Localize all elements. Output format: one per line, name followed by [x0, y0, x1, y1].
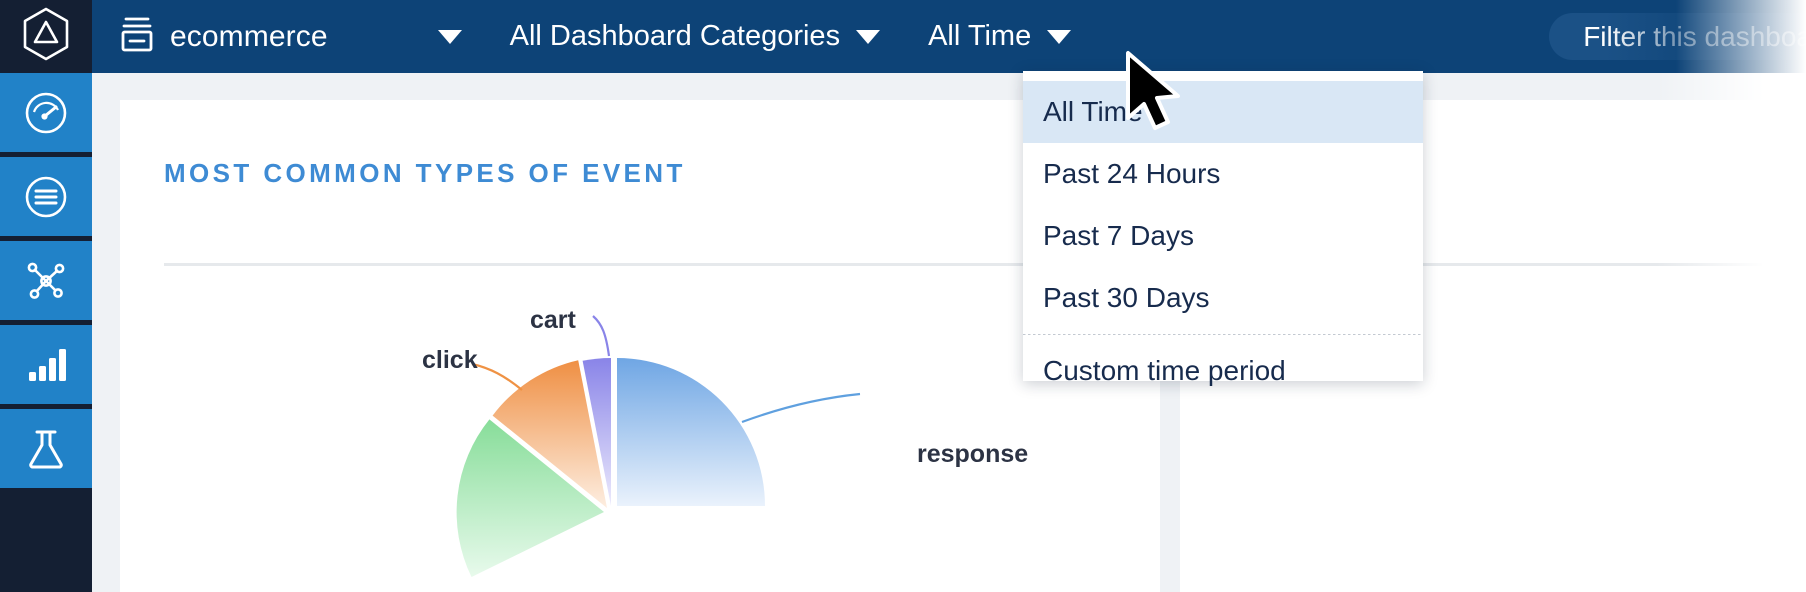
dropdown-item-label: Past 7 Days [1043, 220, 1194, 251]
bar-chart-icon [23, 342, 69, 388]
top-navigation-bar: ecommerce All Dashboard Categories All T… [0, 0, 1806, 73]
leader-line-click [471, 362, 523, 391]
pie-slices [456, 358, 765, 577]
sidebar-item-analytics[interactable] [0, 325, 92, 404]
chevron-down-icon[interactable] [437, 29, 462, 44]
dropdown-item-label: Custom time period [1043, 355, 1286, 386]
dropdown-item-label: Past 30 Days [1043, 282, 1210, 313]
pie-chart-svg [456, 315, 861, 577]
sidebar-item-labs[interactable] [0, 409, 92, 488]
pie-label-response: response [917, 440, 1029, 468]
database-stack-icon [120, 15, 154, 58]
dropdown-item-label: All Time [1043, 96, 1143, 127]
leader-line-cart [592, 315, 611, 357]
chevron-down-icon [856, 29, 881, 44]
sidebar-item-looks[interactable] [0, 157, 92, 236]
timeframe-dropdown-menu: All Time Past 24 Hours Past 7 Days Past … [1023, 71, 1423, 386]
timeframe-label: All Time [928, 20, 1032, 52]
pie-label-cart: cart [530, 306, 576, 334]
model-selector[interactable]: ecommerce [120, 15, 328, 58]
dropdown-divider [1023, 334, 1423, 335]
dropdown-item-past-30-days[interactable]: Past 30 Days [1023, 267, 1423, 329]
sidebar [0, 73, 92, 592]
flask-icon [23, 426, 69, 472]
timeframe-selector[interactable]: All Time [928, 20, 1072, 53]
dropdown-item-all-time[interactable]: All Time [1023, 81, 1423, 143]
app-root: MOST COMMON TYPES OF EVENT E USERS AR [0, 0, 1806, 592]
chevron-down-icon [1047, 29, 1072, 44]
dropdown-item-custom-time-period[interactable]: Custom time period [1023, 340, 1423, 402]
pie-chart[interactable] [430, 290, 990, 592]
dashboard-categories-selector[interactable]: All Dashboard Categories [509, 20, 881, 53]
gauge-icon [23, 90, 69, 136]
pie-slice-response[interactable] [617, 358, 765, 506]
looker-hexagon-logo-icon [20, 6, 72, 67]
network-nodes-icon [23, 258, 69, 304]
model-name: ecommerce [170, 19, 328, 53]
dropdown-item-label: Past 24 Hours [1043, 158, 1221, 189]
dropdown-item-past-24-hours[interactable]: Past 24 Hours [1023, 143, 1423, 205]
dashboard-categories-label: All Dashboard Categories [509, 20, 841, 52]
sidebar-item-dashboards[interactable] [0, 73, 92, 152]
tile-title-divider-events [164, 263, 1126, 266]
list-circle-icon [23, 174, 69, 220]
filter-dashboard-label: Filter this dashboa [1583, 20, 1806, 52]
pie-label-click: click [422, 346, 478, 374]
app-logo[interactable] [0, 0, 92, 73]
tile-title-events: MOST COMMON TYPES OF EVENT [164, 158, 686, 188]
leader-line-response [741, 392, 861, 424]
sidebar-item-explore[interactable] [0, 241, 92, 320]
filter-dashboard-button[interactable]: Filter this dashboa [1549, 13, 1806, 60]
dropdown-item-past-7-days[interactable]: Past 7 Days [1023, 205, 1423, 267]
